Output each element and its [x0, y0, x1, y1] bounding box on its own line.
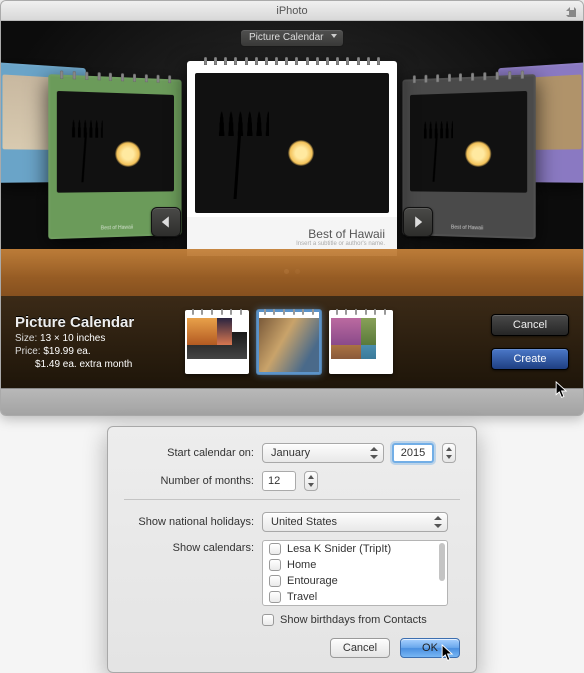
price-extra: $1.49 ea. extra month [35, 359, 132, 370]
start-year-field[interactable]: 2015 [392, 443, 434, 463]
product-type-picker[interactable]: Picture Calendar [240, 29, 344, 47]
carousel-item-center[interactable]: Best of Hawaii Insert a subtitle or auth… [187, 61, 397, 256]
start-year-stepper[interactable] [442, 443, 456, 463]
carousel: Best of Hawaii Best of Hawaii Best of Ha… [1, 57, 583, 277]
fullscreen-icon[interactable] [565, 5, 577, 17]
months-label: Number of months: [124, 475, 254, 487]
bottom-bar: Picture Calendar Size: 13 × 10 inches Pr… [1, 296, 583, 388]
window-title: iPhoto [276, 5, 307, 17]
footer-bar [1, 388, 583, 416]
checkbox-icon[interactable] [269, 543, 281, 555]
titlebar: iPhoto [1, 1, 583, 21]
holidays-select[interactable]: United States [262, 512, 448, 532]
create-button[interactable]: Create [491, 348, 569, 370]
iphoto-window: iPhoto Picture Calendar Best of Hawaii [0, 0, 584, 416]
start-month-value: January [271, 447, 310, 459]
dialog-cancel-button[interactable]: Cancel [330, 638, 390, 658]
product-info: Picture Calendar Size: 13 × 10 inches Pr… [15, 314, 171, 370]
cancel-button[interactable]: Cancel [491, 314, 569, 336]
start-month-select[interactable]: January [262, 443, 384, 463]
months-field[interactable]: 12 [262, 471, 296, 491]
holidays-label: Show national holidays: [124, 516, 254, 528]
start-month-label: Start calendar on: [124, 447, 254, 459]
birthdays-row[interactable]: Show birthdays from Contacts [262, 614, 460, 626]
calendar-subtitle: Insert a subtitle or author's name. [296, 241, 385, 247]
checkbox-icon[interactable] [262, 614, 274, 626]
price-value: $19.99 ea. [43, 346, 90, 357]
checkbox-icon[interactable] [269, 559, 281, 571]
theme-thumb-3[interactable] [329, 310, 393, 374]
product-type-label: Picture Calendar [249, 32, 323, 43]
checkbox-icon[interactable] [269, 575, 281, 587]
price-label: Price: [15, 346, 41, 357]
carousel-prev-button[interactable] [151, 207, 181, 237]
dialog-ok-button[interactable]: OK [400, 638, 460, 658]
list-item[interactable]: Lesa K Snider (TripIt) [263, 541, 447, 557]
calendars-label: Show calendars: [124, 540, 254, 554]
list-item[interactable]: Home [263, 557, 447, 573]
theme-thumb-2[interactable] [257, 310, 321, 374]
scrollbar[interactable] [439, 543, 445, 581]
theme-thumb-1[interactable] [185, 310, 249, 374]
product-title: Picture Calendar [15, 314, 171, 331]
carousel-next-button[interactable] [403, 207, 433, 237]
list-item[interactable]: Entourage [263, 573, 447, 589]
calendars-listbox[interactable]: Lesa K Snider (TripIt) Home Entourage Tr… [262, 540, 448, 606]
size-value: 13 × 10 inches [40, 333, 105, 344]
months-stepper[interactable] [304, 471, 318, 491]
holidays-value: United States [271, 516, 337, 528]
theme-thumbnails [185, 310, 477, 374]
size-label: Size: [15, 333, 37, 344]
list-item[interactable]: Travel [263, 589, 447, 605]
separator [124, 499, 460, 500]
calendar-settings-dialog: Start calendar on: January 2015 Number o… [107, 426, 477, 673]
birthdays-label: Show birthdays from Contacts [280, 614, 427, 626]
checkbox-icon[interactable] [269, 591, 281, 603]
calendar-title: Best of Hawaii [308, 227, 385, 241]
